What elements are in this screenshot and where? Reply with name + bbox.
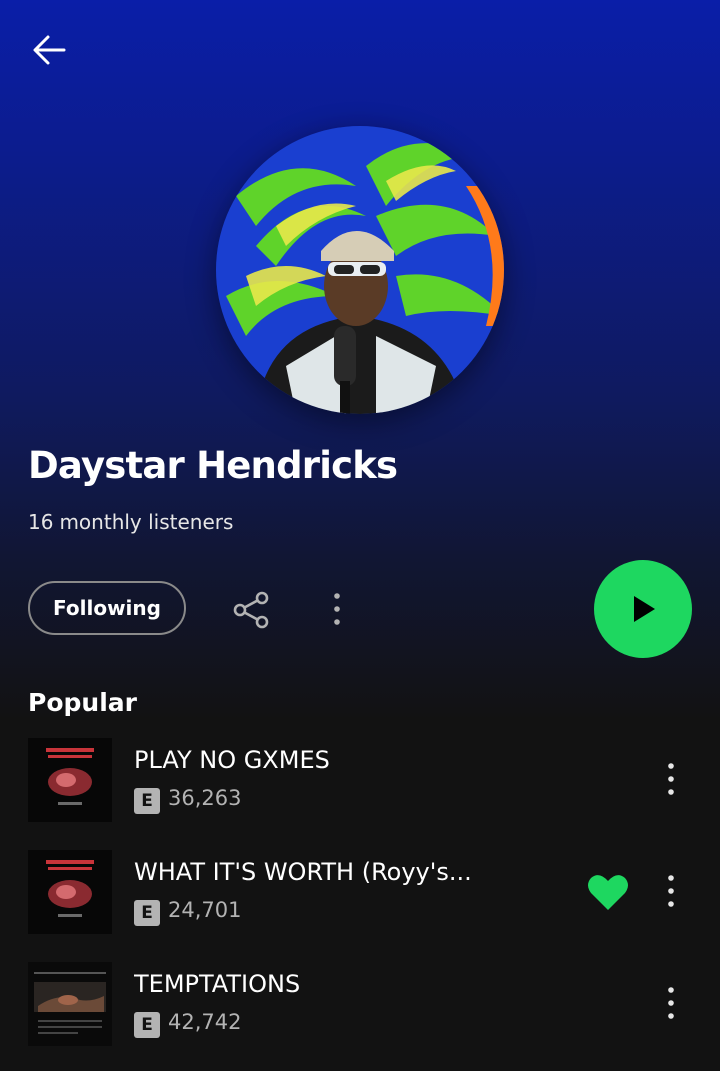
heart-icon <box>588 875 628 910</box>
more-vertical-icon <box>668 987 674 1019</box>
track-more-button[interactable] <box>654 982 688 1026</box>
track-row[interactable]: WHAT IT'S WORTH (Royy's... E 24,701 <box>0 850 720 936</box>
track-row[interactable]: TEMPTATIONS E 42,742 <box>0 962 720 1048</box>
monthly-listeners: 16 monthly listeners <box>28 510 239 534</box>
track-more-button[interactable] <box>654 870 688 914</box>
monthly-listeners-label: monthly listeners <box>59 510 234 534</box>
track-play-count: 42,742 <box>168 1010 242 1034</box>
more-vertical-icon <box>668 763 674 795</box>
more-vertical-icon <box>334 593 340 625</box>
liked-heart-button[interactable] <box>586 872 630 912</box>
track-play-count: 24,701 <box>168 898 242 922</box>
artist-more-button[interactable] <box>320 588 354 632</box>
share-icon <box>233 591 269 629</box>
track-artwork <box>28 738 112 822</box>
track-title: PLAY NO GXMES <box>134 746 330 774</box>
play-icon <box>634 596 655 622</box>
track-title: WHAT IT'S WORTH (Royy's... <box>134 858 472 886</box>
popular-section-title: Popular <box>28 688 137 717</box>
artist-avatar <box>216 126 504 414</box>
track-title: TEMPTATIONS <box>134 970 301 998</box>
play-button[interactable] <box>594 560 692 658</box>
arrow-left-icon <box>33 35 66 65</box>
track-artwork <box>28 962 112 1046</box>
artist-name: Daystar Hendricks <box>28 444 398 487</box>
track-play-count: 36,263 <box>168 786 242 810</box>
more-vertical-icon <box>668 875 674 907</box>
back-button[interactable] <box>28 28 72 72</box>
track-more-button[interactable] <box>654 758 688 802</box>
track-artwork <box>28 850 112 934</box>
explicit-badge: E <box>134 1012 160 1038</box>
share-button[interactable] <box>230 588 274 632</box>
monthly-listeners-count: 16 <box>28 510 54 534</box>
track-row[interactable]: PLAY NO GXMES E 36,263 <box>0 738 720 824</box>
explicit-badge: E <box>134 900 160 926</box>
explicit-badge: E <box>134 788 160 814</box>
following-button[interactable]: Following <box>28 581 186 635</box>
